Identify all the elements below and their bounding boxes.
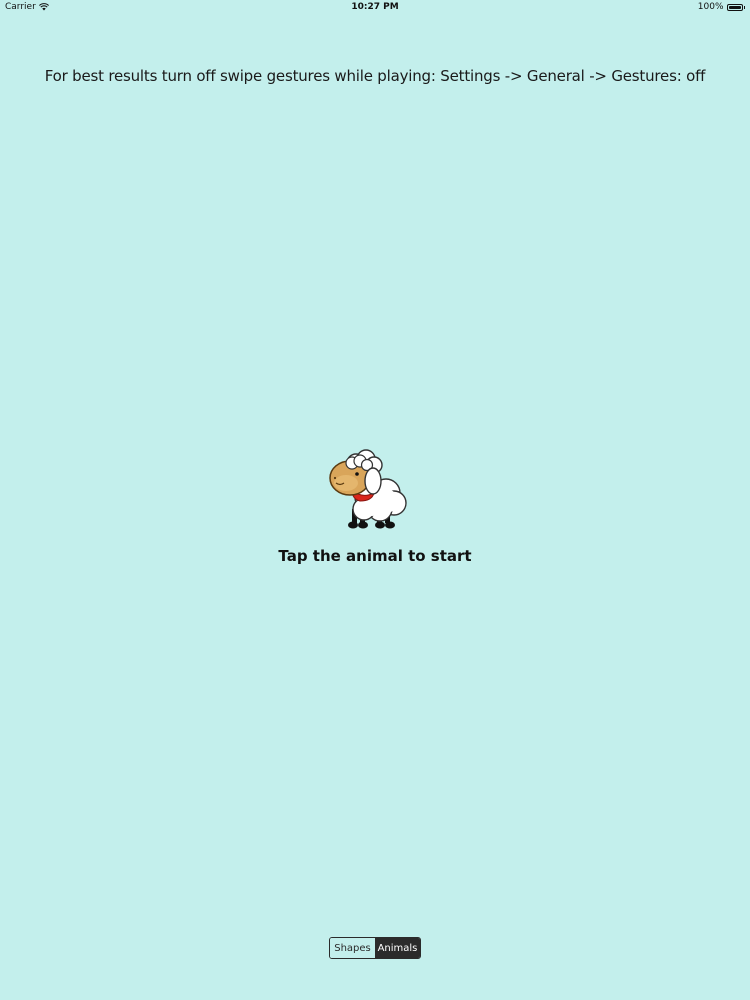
segment-animals[interactable]: Animals — [375, 938, 420, 958]
battery-tip — [743, 5, 745, 9]
battery-percent: 100% — [697, 2, 724, 12]
sheep-icon — [329, 449, 407, 529]
start-caption: Tap the animal to start — [278, 547, 472, 565]
mode-segmented-control: Shapes Animals — [329, 937, 421, 959]
game-screen: Carrier 10:27 PM 100% For best results t… — [0, 0, 750, 1000]
segment-shapes[interactable]: Shapes — [330, 938, 375, 958]
battery-fill — [728, 5, 741, 9]
status-right: 100% — [698, 2, 745, 12]
status-bar: Carrier 10:27 PM 100% — [0, 0, 750, 16]
sheep-start-button[interactable] — [322, 445, 417, 537]
gesture-hint: For best results turn off swipe gestures… — [44, 67, 706, 85]
battery-icon — [726, 3, 743, 11]
status-time: 10:27 PM — [351, 2, 399, 12]
